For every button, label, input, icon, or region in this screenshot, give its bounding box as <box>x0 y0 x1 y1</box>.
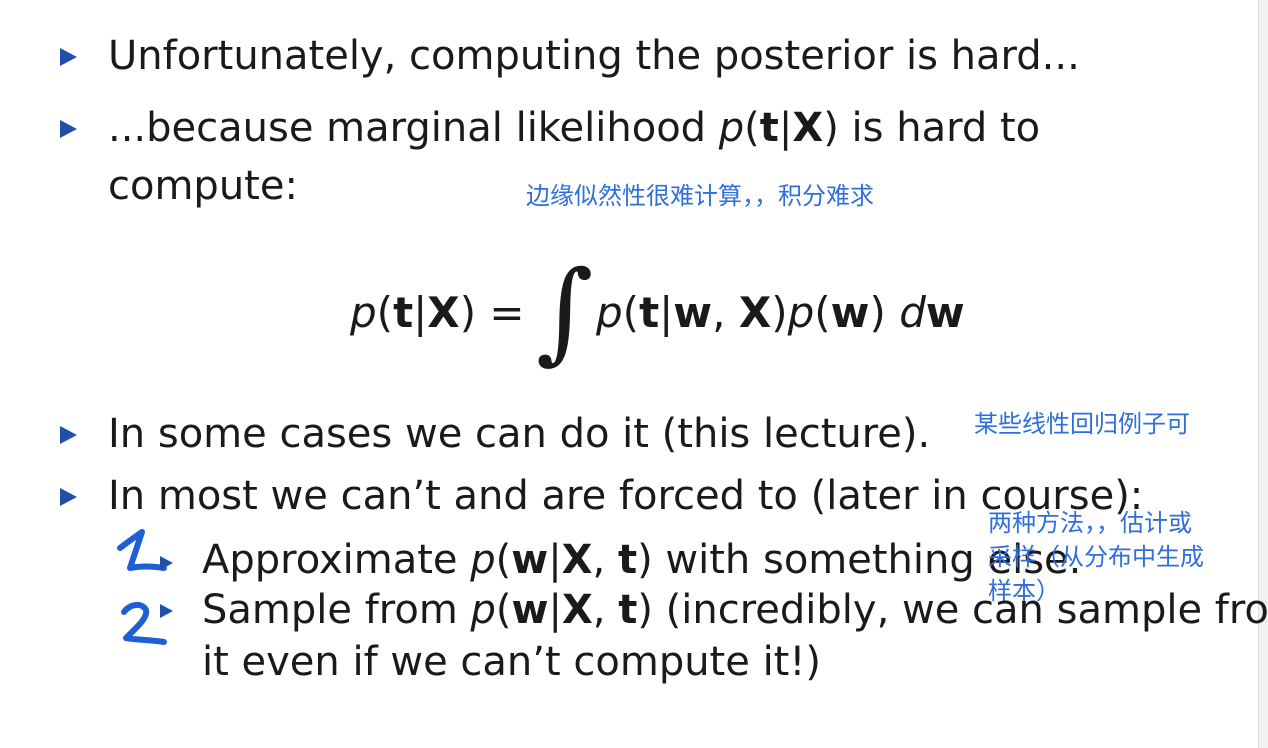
equation-left: p(t|X) = <box>350 288 525 337</box>
math-posterior: p(w|X, t) <box>470 537 653 583</box>
sub-bullet-text: Approximate p(w|X, t) with something els… <box>202 536 1081 584</box>
bullet-text-part: is hard to <box>838 105 1041 151</box>
chinese-annotation: 某些线性回归例子可 <box>974 410 1190 438</box>
triangle-bullet-icon <box>60 48 77 66</box>
triangle-bullet-icon <box>60 488 77 506</box>
sub-bullet-text-continuation: it even if we can’t compute it!) <box>202 639 822 685</box>
bullet-text: Unfortunately, computing the posterior i… <box>108 33 1080 79</box>
triangle-bullet-icon <box>160 604 173 618</box>
integral-sign-icon: ∫ <box>536 247 594 375</box>
annotation-line: 两种方法，，估计或 <box>988 509 1192 537</box>
triangle-bullet-icon <box>60 426 77 444</box>
sub-bullet-text-part: Sample from <box>202 587 471 633</box>
scrollbar-track[interactable] <box>1258 0 1268 748</box>
chinese-annotation: 边缘似然性很难计算，，积分难求 <box>526 182 874 210</box>
bullet-text: In some cases we can do it (this lecture… <box>108 411 931 457</box>
equation-right: p(t|w, X)p(w) dw <box>596 288 965 337</box>
sub-bullet-text-part: Approximate <box>202 537 471 583</box>
triangle-bullet-icon <box>160 556 173 570</box>
math-marginal-likelihood: p(t|X) <box>718 105 839 151</box>
bullet-text-part: ...because marginal likelihood <box>108 105 719 151</box>
sub-bullet-text-part: (incredibly, we can sample from <box>652 587 1268 633</box>
annotation-line: 采样（从分布中生成 <box>988 543 1204 571</box>
bullet-text: ...because marginal likelihood p(t|X) is… <box>108 104 1040 152</box>
triangle-bullet-icon <box>60 120 77 138</box>
math-posterior: p(w|X, t) <box>470 587 653 633</box>
bullet-text-continuation: compute: <box>108 163 298 209</box>
sub-bullet-text: Sample from p(w|X, t) (incredibly, we ca… <box>202 586 1268 634</box>
